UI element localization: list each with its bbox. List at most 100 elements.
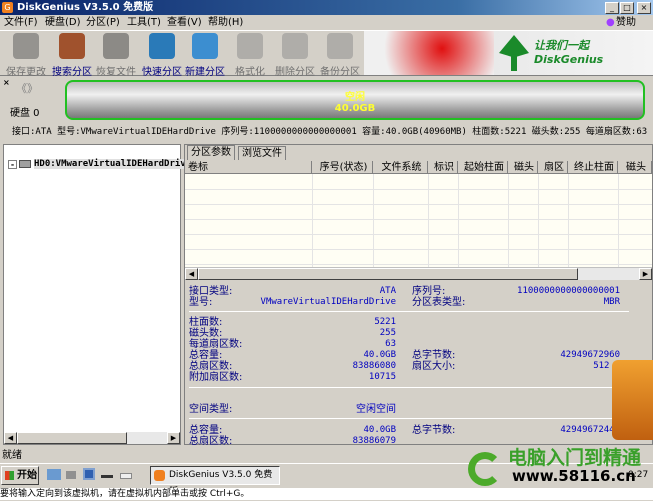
window-title: DiskGenius V3.5.0 免费版 [17, 2, 154, 13]
tree-hscrollbar[interactable]: ◀ ▶ [4, 432, 180, 444]
interface-label: 接口类型: [189, 286, 233, 297]
column-header[interactable]: 磁头 [508, 161, 538, 174]
floppy-icon[interactable] [83, 468, 95, 480]
total-sectors-value: 83886080 [352, 361, 396, 371]
interface-value: ATA [379, 286, 396, 296]
tree-item-label: HD0:VMwareVirtualIDEHardDrive [34, 159, 192, 169]
cylinders-value: 5221 [374, 317, 396, 327]
tab-partition-params[interactable]: 分区参数 [187, 145, 235, 160]
menu-partition[interactable]: 分区(P) [86, 15, 120, 30]
banner-text: 让我们一起DiskGenius [534, 39, 604, 66]
backup-icon [327, 33, 353, 59]
prev-disk-arrow-icon[interactable]: 《 [16, 80, 27, 96]
grid-line [185, 189, 652, 190]
maximize-button[interactable]: □ [620, 2, 634, 14]
toolbar-label: 保存更改 [6, 67, 46, 78]
disk-details: 接口类型: ATA 序列号: 1100000000000000001 型号: V… [185, 283, 652, 447]
toolbar-search-button[interactable]: 搜索分区 [50, 33, 94, 78]
toolbar-label: 备份分区 [320, 67, 360, 78]
drive-icon[interactable] [101, 475, 113, 478]
toolbar-format-button[interactable]: 格式化 [228, 33, 272, 78]
start-button[interactable]: 开始 [1, 466, 39, 485]
column-header[interactable]: 终止柱面 [568, 161, 618, 174]
column-header[interactable]: 文件系统 [373, 161, 428, 174]
format-icon [237, 33, 263, 59]
sponsor-link[interactable]: 赞助 [616, 15, 636, 30]
watermark-logo-icon [468, 452, 502, 486]
menu-view[interactable]: 查看(V) [167, 15, 202, 30]
watermark-title: 电脑入门到精通 [508, 447, 642, 469]
usb-icon[interactable] [120, 473, 132, 479]
partition-table-type-label: 分区表类型: [412, 297, 466, 308]
leaf-logo-icon [499, 35, 529, 71]
menu-tools[interactable]: 工具(T) [127, 15, 161, 30]
new-partition-icon [192, 33, 218, 59]
disk-free-space-bar[interactable]: 空闲 40.0GB [65, 80, 645, 120]
column-header[interactable]: 标识 [428, 161, 458, 174]
next-disk-arrow-icon[interactable]: 》 [27, 80, 38, 96]
column-header[interactable]: 卷标 [185, 161, 312, 174]
toolbar-new-partition-button[interactable]: 新建分区 [183, 33, 227, 78]
scroll-thumb[interactable] [17, 432, 127, 444]
column-header[interactable]: 扇区 [538, 161, 568, 174]
partition-table: 卷标 序号(状态) 文件系统 标识 起始柱面 磁头 扇区 终止柱面 磁头 [185, 161, 652, 267]
tab-browse-files[interactable]: 浏览文件 [238, 146, 286, 160]
column-header[interactable]: 序号(状态) [312, 161, 373, 174]
grid-line [428, 174, 429, 267]
toolbar-quick-partition-button[interactable]: 快速分区 [140, 33, 184, 78]
delete-icon [282, 33, 308, 59]
disk-icon [19, 160, 31, 168]
taskbar-item-diskgenius[interactable]: DiskGenius V3.5.0 免费版 [150, 466, 280, 497]
menu-disk[interactable]: 硬盘(D) [45, 15, 81, 30]
free-space-label: 空闲 [345, 92, 365, 103]
scroll-left-button[interactable]: ◀ [185, 268, 198, 280]
table-hscrollbar[interactable]: ◀ ▶ [185, 267, 652, 280]
heads-label: 磁头数: [189, 328, 223, 339]
folder-icon[interactable] [47, 469, 61, 480]
free-bytes-label: 总字节数: [412, 425, 456, 436]
search-icon [59, 33, 85, 59]
banner-ad[interactable]: 让我们一起DiskGenius [364, 31, 653, 75]
total-sectors-label: 总扇区数: [189, 361, 233, 372]
recover-icon [103, 33, 129, 59]
grid-line [312, 174, 313, 267]
total-bytes-label: 总字节数: [412, 350, 456, 361]
close-panel-icon[interactable]: × [3, 78, 10, 87]
toolbar-delete-button[interactable]: 删除分区 [273, 33, 317, 78]
space-type-value: 空闲空间 [356, 404, 396, 415]
grid-line [618, 174, 619, 267]
tree-item-hd0[interactable]: - HD0:VMwareVirtualIDEHardDrive [8, 159, 192, 169]
divider [189, 418, 629, 419]
column-header[interactable]: 磁头 [618, 161, 652, 174]
save-icon [13, 33, 39, 59]
collapse-icon[interactable]: - [8, 159, 17, 169]
menu-file[interactable]: 文件(F) [4, 15, 38, 30]
partition-table-type-value: MBR [603, 297, 620, 307]
disk-info-line: 接口:ATA 型号:VMwareVirtualIDEHardDrive 序列号:… [12, 127, 648, 137]
column-header[interactable]: 起始柱面 [458, 161, 508, 174]
extra-sectors-label: 附加扇区数: [189, 372, 243, 383]
toolbar-label: 新建分区 [185, 67, 225, 78]
app-icon [154, 470, 165, 481]
sponsor-icon: ● [606, 17, 615, 28]
toolbar-label: 恢复文件 [96, 67, 136, 78]
toolbar-label: 快速分区 [142, 67, 182, 78]
toolbar-recover-button[interactable]: 恢复文件 [94, 33, 138, 78]
scroll-right-button[interactable]: ▶ [167, 432, 180, 444]
menu-help[interactable]: 帮助(H) [208, 15, 243, 30]
scroll-right-button[interactable]: ▶ [639, 268, 652, 280]
toolbar-label: 搜索分区 [52, 67, 92, 78]
close-button[interactable]: × [637, 2, 651, 14]
printer-icon[interactable] [66, 471, 76, 479]
toolbar-backup-button[interactable]: 备份分区 [318, 33, 362, 78]
free-sectors-value: 83886079 [352, 436, 396, 446]
scroll-thumb[interactable] [198, 268, 578, 280]
menu-bar: 文件(F) 硬盘(D) 分区(P) 工具(T) 查看(V) 帮助(H) ● 赞助 [0, 15, 653, 30]
toolbar-label: 格式化 [235, 67, 265, 78]
scroll-left-button[interactable]: ◀ [4, 432, 17, 444]
total-bytes-value: 42949672960 [560, 350, 620, 360]
halloween-widget[interactable] [612, 360, 653, 440]
toolbar-save-button[interactable]: 保存更改 [4, 33, 48, 78]
sectors-per-track-label: 每道扇区数: [189, 339, 243, 350]
minimize-button[interactable]: _ [605, 2, 619, 14]
